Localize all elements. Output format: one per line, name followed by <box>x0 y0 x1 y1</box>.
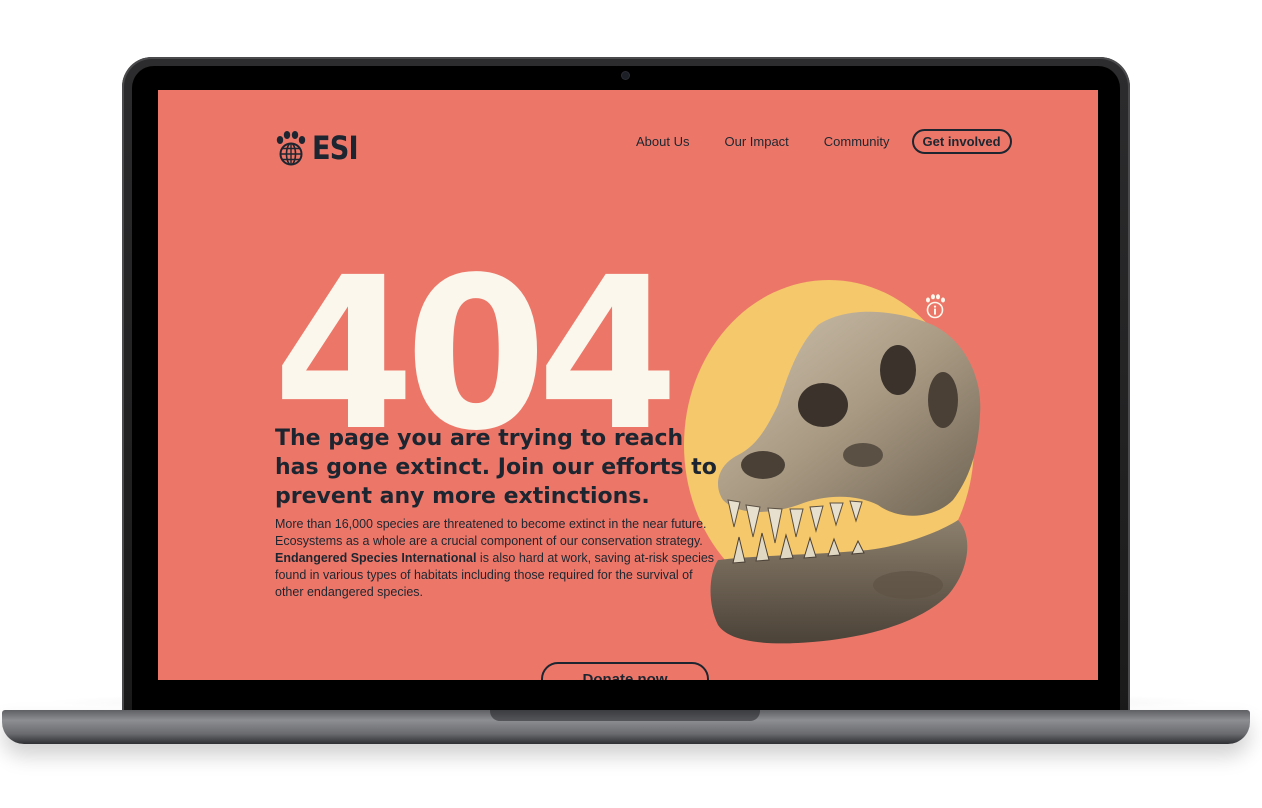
dinosaur-skull-image <box>710 311 981 644</box>
hero-headline: The page you are trying to reach has gon… <box>275 426 717 509</box>
laptop-notch <box>490 710 760 721</box>
get-involved-button[interactable]: Get involved <box>911 128 1012 154</box>
site-logo[interactable]: ESI <box>274 129 366 167</box>
nav-our-impact[interactable]: Our Impact <box>724 134 788 149</box>
nav-about-us[interactable]: About Us <box>636 134 689 149</box>
description-intro: More than 16,000 species are threatened … <box>275 517 707 548</box>
main-nav: About Us Our Impact Community Get involv… <box>636 128 1012 154</box>
nav-community[interactable]: Community <box>824 134 890 149</box>
brand-name: ESI <box>312 129 359 167</box>
paw-globe-logo-icon <box>276 131 306 166</box>
paw-info-icon[interactable] <box>924 294 946 320</box>
organization-name: Endangered Species International <box>275 551 477 565</box>
camera-icon <box>622 72 629 79</box>
browser-screen: ESI About Us Our Impact Community Get in… <box>158 90 1098 680</box>
hero-description: More than 16,000 species are threatened … <box>275 516 715 601</box>
donate-now-button[interactable]: Donate now <box>541 662 709 680</box>
